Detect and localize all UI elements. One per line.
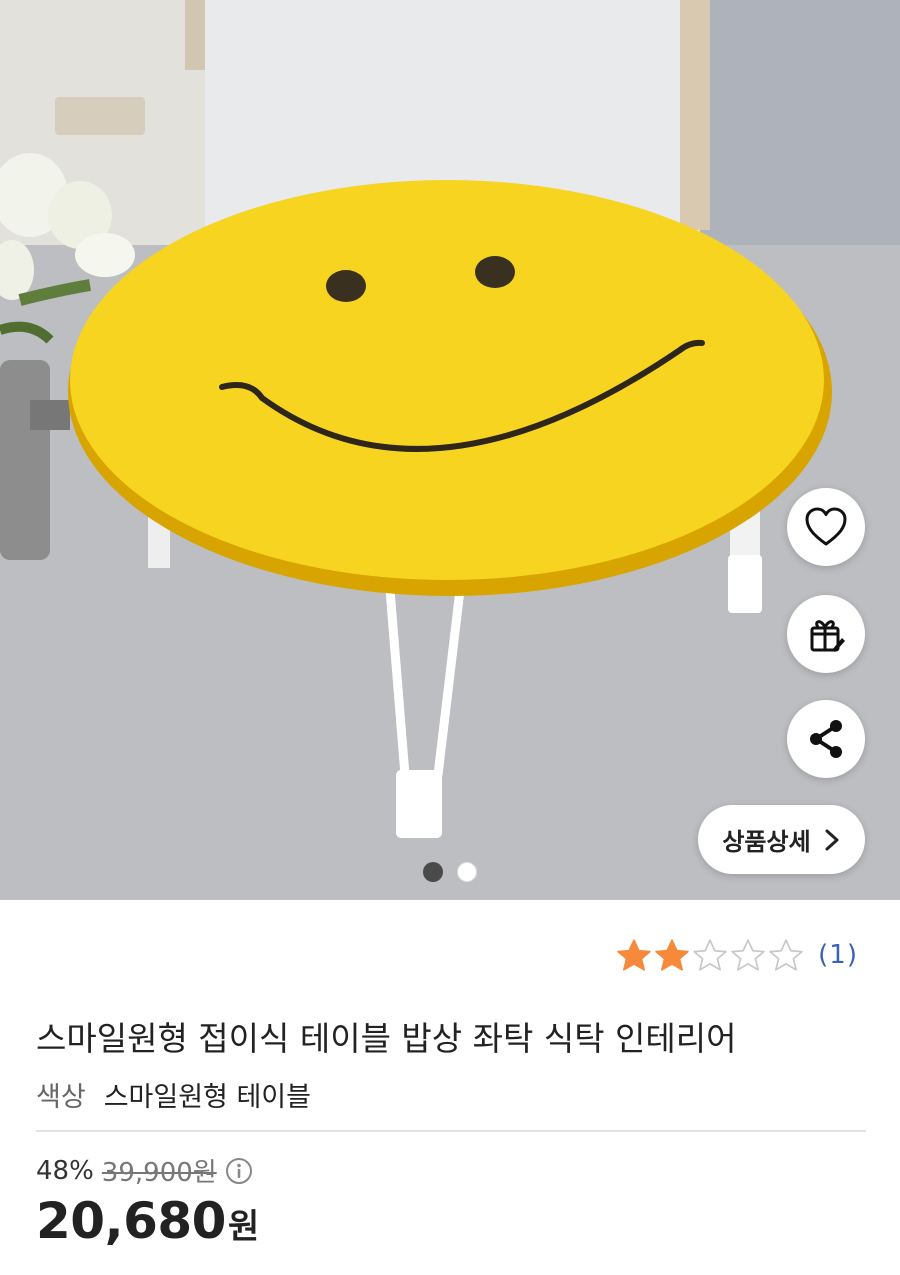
star-empty-icon [769, 939, 803, 971]
star-filled-icon [617, 939, 651, 971]
product-image-carousel[interactable]: 상품상세 [0, 0, 900, 900]
price-meta: 48% 39,900원 [36, 1152, 253, 1189]
heart-icon [805, 507, 847, 546]
sale-price-unit: 원 [227, 1207, 260, 1247]
star-empty-icon [693, 939, 727, 971]
carousel-indicator [0, 862, 900, 882]
wishlist-button[interactable] [787, 488, 865, 566]
option-value: 스마일원형 테이블 [103, 1082, 311, 1113]
carousel-dot-active[interactable] [423, 862, 443, 882]
carousel-dot[interactable] [457, 862, 477, 882]
product-title: 스마일원형 접이식 테이블 밥상 좌탁 식탁 인테리어 [36, 1019, 737, 1058]
chevron-right-icon [825, 829, 839, 850]
star-rating [616, 938, 804, 972]
sale-price-amount: 20,680 [36, 1192, 226, 1250]
star-empty-icon [731, 939, 765, 971]
divider [36, 1130, 866, 1132]
review-count[interactable]: (1) [818, 940, 858, 970]
discount-rate: 48% [36, 1155, 94, 1186]
gift-button[interactable] [787, 595, 865, 673]
info-icon[interactable] [225, 1157, 253, 1185]
sale-price: 20,680 원 [36, 1192, 259, 1250]
share-button[interactable] [787, 700, 865, 778]
original-price: 39,900원 [101, 1158, 217, 1188]
gift-icon [810, 620, 845, 652]
product-photo [0, 0, 900, 900]
option-label: 색상 [36, 1082, 86, 1113]
product-detail-label: 상품상세 [722, 828, 811, 856]
rating-summary[interactable]: (1) [616, 938, 858, 972]
star-filled-icon [655, 939, 689, 971]
option-row: 색상 스마일원형 테이블 [36, 1075, 311, 1114]
share-icon [810, 720, 842, 758]
